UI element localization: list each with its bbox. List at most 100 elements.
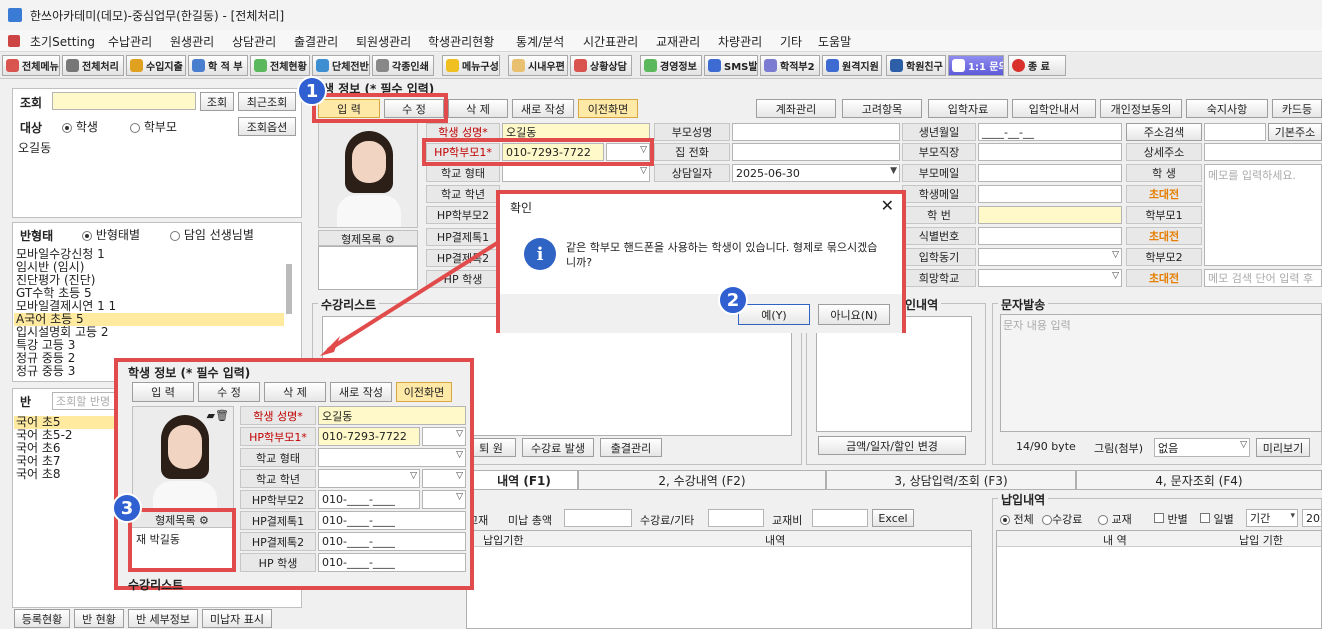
tab-unpaid-display[interactable]: 미납자 표시 — [202, 609, 272, 628]
payment-right-table[interactable]: 내 역 납입 기한 — [996, 530, 1322, 629]
radio-by-class-type[interactable]: 반형태별 — [82, 226, 140, 243]
tb-exit[interactable]: 종 료 — [1008, 55, 1066, 76]
textbook-fee-input[interactable] — [812, 509, 868, 527]
menu-consulting[interactable]: 상담관리 — [232, 33, 276, 50]
zoom-hp-pay2-input[interactable]: 010-____-____ — [318, 532, 466, 551]
zoom-tab-edit[interactable]: 수 정 — [198, 382, 260, 402]
tb-inquiry[interactable]: 1:1 문의 — [948, 55, 1004, 76]
class-list[interactable]: 국어 초5 국어 초5-2 국어 초6 국어 초7 국어 초8 — [14, 416, 124, 481]
zoom-prev-screen-button[interactable]: 이전화면 — [396, 382, 452, 402]
zoom-hp-parent1-input[interactable]: 010-7293-7722 — [318, 427, 420, 446]
dialog-close-icon[interactable]: ✕ — [881, 196, 894, 215]
card-button[interactable]: 카드등 — [1272, 99, 1322, 118]
tab-registration-status[interactable]: 등록현황 — [14, 609, 70, 628]
menu-initial-setting[interactable]: 초기Setting — [30, 33, 95, 50]
zoom-tab-delete[interactable]: 삭 제 — [264, 382, 326, 402]
recent-search-button[interactable]: 최근조회 — [238, 92, 296, 111]
search-input[interactable] — [52, 92, 196, 110]
tb-register2[interactable]: 학적부2 — [760, 55, 820, 76]
invite-student-label[interactable]: 초대전 — [1126, 185, 1202, 203]
menu-payment[interactable]: 수납관리 — [108, 33, 152, 50]
memo-search-input[interactable]: 메모 검색 단어 입력 후 — [1204, 269, 1322, 287]
tb-mail[interactable]: 시내우편 — [508, 55, 568, 76]
radio-all[interactable]: 전체 — [1000, 511, 1034, 527]
school-type-select[interactable]: ▽ — [502, 164, 650, 182]
menu-timetable[interactable]: 시간표관리 — [583, 33, 638, 50]
tb-overview[interactable]: 전체현황 — [250, 55, 310, 76]
unpaid-total-input[interactable] — [564, 509, 632, 527]
admission-guide-button[interactable]: 입학안내서 — [1012, 99, 1096, 118]
tab-consult-input[interactable]: 3, 상담입력/조회 (F3) — [826, 470, 1076, 490]
tuition-etc-input[interactable] — [708, 509, 764, 527]
preview-button[interactable]: 미리보기 — [1256, 438, 1310, 457]
birth-input[interactable]: ____-__-__ — [978, 123, 1122, 141]
menu-vehicle[interactable]: 차량관리 — [718, 33, 762, 50]
tb-group[interactable]: 단체전반 — [312, 55, 370, 76]
addr-input[interactable] — [1204, 123, 1266, 141]
menu-help[interactable]: 도움말 — [818, 33, 851, 50]
attach-select[interactable]: 없음 ▽ — [1154, 438, 1250, 457]
basic-addr-button[interactable]: 기본주소 — [1268, 123, 1322, 141]
home-phone-input[interactable] — [732, 143, 900, 161]
parent-name-input[interactable] — [732, 123, 900, 141]
search-result-item[interactable]: 오길동 — [18, 139, 51, 156]
tb-friend[interactable]: 학원친구 — [886, 55, 946, 76]
check-by-class[interactable]: 반별 — [1154, 511, 1188, 527]
zoom-new-write-button[interactable]: 새로 작성 — [330, 382, 392, 402]
payment-table[interactable]: 납입기한 내역 — [466, 530, 972, 629]
class-search-input[interactable]: 조회할 반명 — [52, 392, 116, 410]
menu-students[interactable]: 원생관리 — [170, 33, 214, 50]
student-email-input[interactable] — [978, 185, 1122, 203]
tab-class-status[interactable]: 반 현황 — [74, 609, 124, 628]
class-item[interactable]: 국어 초8 — [14, 468, 124, 481]
memo-textarea[interactable]: 메모를 입력하세요. — [1204, 164, 1322, 266]
zoom-school-grade-select2[interactable]: ▽ — [422, 469, 466, 488]
tb-all-menu[interactable]: 전체메뉴 — [2, 55, 60, 76]
tb-print[interactable]: 각종인쇄 — [372, 55, 434, 76]
zoom-tab-input[interactable]: 입 력 — [132, 382, 194, 402]
zoom-hp-parent2-select[interactable]: ▽ — [422, 490, 466, 509]
gear-icon[interactable]: ⚙ — [199, 514, 209, 527]
detail-addr-input[interactable] — [1204, 143, 1322, 161]
tab-sms-history[interactable]: 4, 문자조회 (F4) — [1076, 470, 1322, 490]
invite-parent2-label[interactable]: 초대전 — [1126, 269, 1202, 287]
tb-sms[interactable]: SMS발송 — [704, 55, 758, 76]
zoom-name-input[interactable]: 오길동 — [318, 406, 466, 425]
zoom-hp-pay1-input[interactable]: 010-____-____ — [318, 511, 466, 530]
hope-school-select[interactable]: ▽ — [978, 269, 1122, 287]
dialog-yes-button[interactable]: 예(Y) — [738, 304, 810, 325]
invite-parent1-label[interactable]: 초대전 — [1126, 227, 1202, 245]
course-issue-button[interactable]: 수강료 발생 — [522, 438, 594, 457]
privacy-consent-button[interactable]: 개인정보동의 — [1100, 99, 1182, 118]
zoom-hp-parent1-select[interactable]: ▽ — [422, 427, 466, 446]
student-no-input[interactable] — [978, 206, 1122, 224]
menu-etc[interactable]: 기타 — [780, 33, 802, 50]
radio-tuition[interactable]: 수강료 — [1042, 511, 1082, 527]
instructions-button[interactable]: 숙지사항 — [1186, 99, 1268, 118]
addr-search-button[interactable]: 주소검색 — [1126, 123, 1202, 141]
radio-by-teacher[interactable]: 담임 선생님별 — [170, 226, 254, 243]
search-options-button[interactable]: 조회옵션 — [238, 117, 296, 136]
check-daily[interactable]: 일별 — [1200, 511, 1234, 527]
dialog-no-button[interactable]: 아니요(N) — [818, 304, 890, 325]
tab-class-detail[interactable]: 반 세부정보 — [128, 609, 198, 628]
tab-course-history[interactable]: 2, 수강내역 (F2) — [578, 470, 826, 490]
tb-management[interactable]: 경영정보 — [640, 55, 702, 76]
zoom-hp-parent2-input[interactable]: 010-____-____ — [318, 490, 420, 509]
menu-statistics[interactable]: 통계/분석 — [516, 33, 564, 50]
sibling-item[interactable]: 재 박길동 — [132, 528, 232, 550]
tb-remote[interactable]: 원격지원 — [822, 55, 882, 76]
attendance-button[interactable]: 출결관리 — [600, 438, 662, 457]
admission-data-button[interactable]: 입학자료 — [928, 99, 1008, 118]
tb-all-process[interactable]: 전체처리 — [62, 55, 124, 76]
tb-income-expense[interactable]: 수입지출 — [126, 55, 186, 76]
radio-textbook[interactable]: 교재 — [1098, 511, 1132, 527]
parent-job-input[interactable] — [978, 143, 1122, 161]
trash-icon[interactable]: 🗑 — [215, 409, 229, 422]
folder-icon[interactable]: ▰ — [207, 409, 215, 422]
excel-button[interactable]: Excel — [872, 509, 914, 527]
sms-textarea[interactable]: 문자 내용 입력 — [1000, 314, 1322, 432]
parent-email-input[interactable] — [978, 164, 1122, 182]
amount-change-button[interactable]: 금액/일자/할인 변경 — [818, 436, 966, 455]
radio-parent[interactable]: 학부모 — [130, 118, 177, 135]
